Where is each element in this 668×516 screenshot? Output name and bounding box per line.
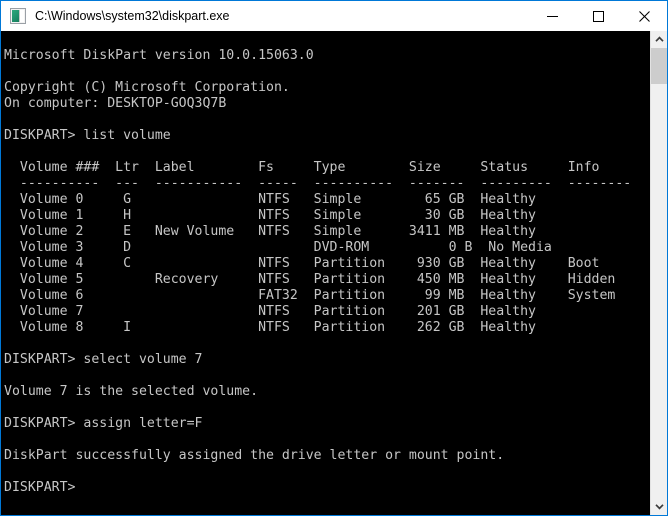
title-bar[interactable]: C:\Windows\system32\diskpart.exe	[1, 1, 667, 31]
window-title: C:\Windows\system32\diskpart.exe	[35, 9, 230, 23]
scroll-up-button[interactable]	[651, 31, 667, 48]
console-output-text[interactable]: Microsoft DiskPart version 10.0.15063.0 …	[1, 44, 650, 502]
console-body[interactable]: Microsoft DiskPart version 10.0.15063.0 …	[1, 31, 667, 515]
diskpart-console-window: C:\Windows\system32\diskpart.exe	[0, 0, 668, 516]
console-icon-page	[19, 10, 24, 22]
minimize-button[interactable]	[529, 1, 575, 31]
maximize-button[interactable]	[575, 1, 621, 31]
console-window-icon	[10, 8, 26, 24]
chevron-down-icon	[655, 503, 664, 510]
window-controls	[529, 1, 667, 31]
scrollbar-track[interactable]	[651, 48, 667, 498]
vertical-scrollbar[interactable]	[650, 31, 667, 515]
close-button[interactable]	[621, 1, 667, 31]
scroll-down-button[interactable]	[651, 498, 667, 515]
chevron-up-icon	[655, 36, 664, 43]
title-bar-left: C:\Windows\system32\diskpart.exe	[1, 1, 529, 31]
scrollbar-thumb[interactable]	[651, 48, 667, 84]
